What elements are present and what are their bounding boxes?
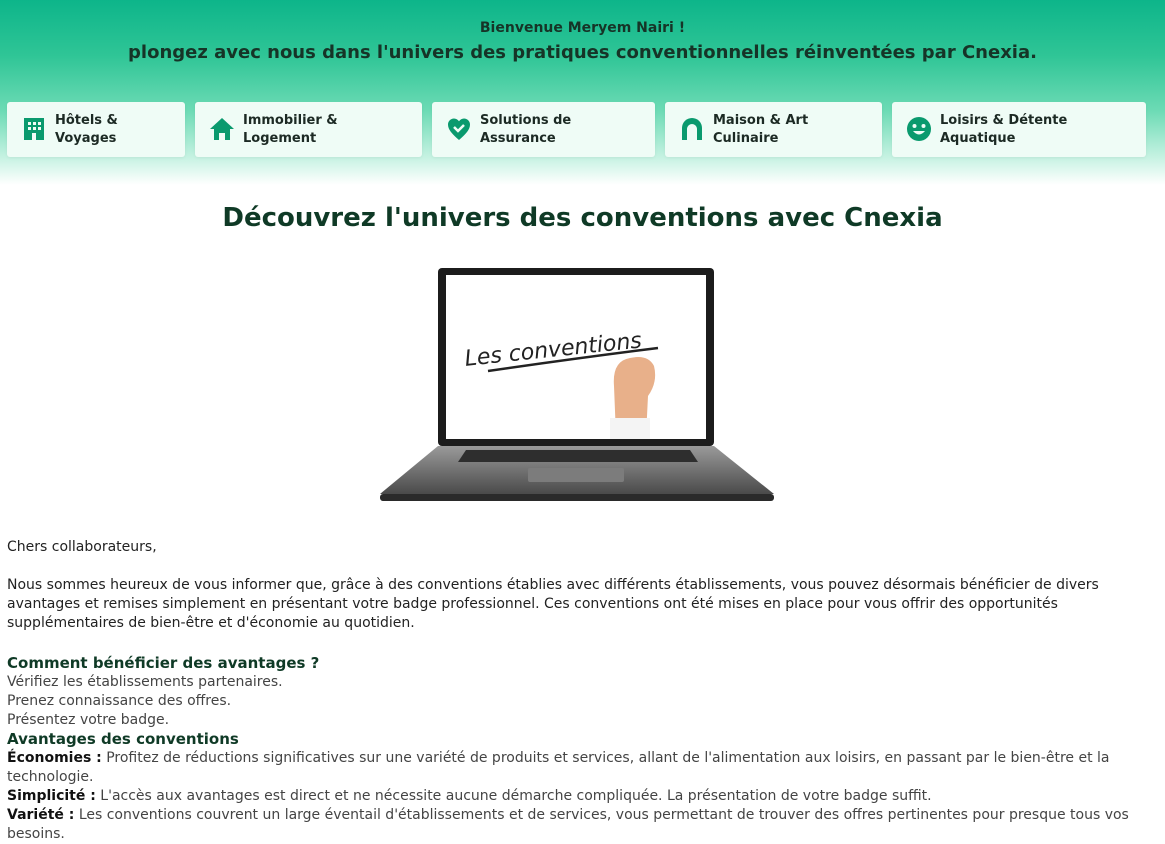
insurance-heart-icon (448, 118, 470, 140)
how-heading: Comment bénéficier des avantages ? (7, 654, 320, 672)
home-icon (210, 118, 234, 140)
step-item: Présentez votre badge. (7, 712, 170, 728)
advantage-item: Variété : Les conventions couvrent un la… (7, 807, 1129, 842)
step-item: Vérifiez les établissements partenaires. (7, 674, 283, 690)
hotel-icon (24, 118, 44, 140)
tagline: plongez avec nous dans l'univers des pra… (128, 42, 1037, 63)
step-item: Prenez connaissance des offres. (7, 693, 232, 709)
greeting-text: Chers collaborateurs, (7, 539, 157, 555)
category-label: Maison & Art Culinaire (713, 113, 809, 146)
category-label: Solutions de Assurance (480, 113, 572, 146)
category-immobilier-logement[interactable]: Immobilier & Logement (195, 102, 422, 157)
hero-banner: Bienvenue Meryem Nairi ! plongez avec no… (0, 0, 1165, 185)
advantage-item: Simplicité : L'accès aux avantages est d… (7, 788, 932, 804)
category-hotels-voyages[interactable]: Hôtels & Voyages (7, 102, 185, 157)
laptop-conventions-image: Les conventions (380, 268, 774, 501)
intro-paragraph: Nous sommes heureux de vous informer que… (7, 577, 1099, 631)
category-maison-art-culinaire[interactable]: Maison & Art Culinaire (665, 102, 882, 157)
advantages-section: Avantages des conventions Économies : Pr… (7, 730, 1157, 844)
advantage-item: Économies : Profitez de réductions signi… (7, 750, 1110, 785)
how-to-benefit-section: Comment bénéficier des avantages ? Vérif… (7, 654, 1157, 730)
smile-icon (907, 117, 931, 141)
category-label: Immobilier & Logement (243, 113, 338, 146)
page-title: Découvrez l'univers des conventions avec… (222, 203, 943, 233)
content-section: Chers collaborateurs, Nous sommes heureu… (7, 538, 1157, 844)
category-loisirs-detente[interactable]: Loisirs & Détente Aquatique (892, 102, 1146, 157)
category-label: Loisirs & Détente Aquatique (940, 113, 1068, 146)
kitchen-icon (682, 118, 702, 140)
advantages-heading: Avantages des conventions (7, 730, 239, 748)
category-solutions-assurance[interactable]: Solutions de Assurance (432, 102, 655, 157)
welcome-message: Bienvenue Meryem Nairi ! (479, 20, 686, 36)
